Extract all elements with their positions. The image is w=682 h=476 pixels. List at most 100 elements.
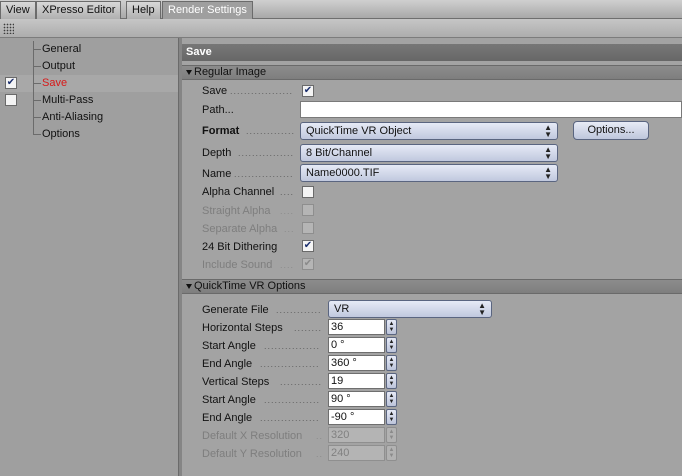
default-y-resolution-input[interactable]: 240	[328, 445, 385, 461]
nav-label: Options	[42, 128, 80, 140]
include-sound-checkbox[interactable]: ✔	[302, 258, 314, 270]
format-label: Format	[202, 125, 240, 137]
depth-value: 8 Bit/Channel	[306, 147, 373, 159]
tree-branch	[33, 83, 41, 84]
separate-alpha-label: Separate Alpha	[202, 223, 278, 235]
vertical-steps-stepper[interactable]: ▲ ▼	[386, 373, 397, 389]
leader-dots: .............	[276, 305, 322, 315]
generate-file-value: VR	[334, 303, 350, 315]
name-value: Name0000.TIF	[306, 167, 380, 179]
leader-dots: ....	[280, 206, 295, 216]
leader-dots: ................	[238, 148, 295, 158]
multi-pass-enable-checkbox[interactable]	[5, 94, 17, 106]
default-x-resolution-stepper[interactable]: ▲ ▼	[386, 427, 397, 443]
tree-branch	[33, 49, 41, 50]
tree-branch	[33, 117, 41, 118]
tab-render-settings[interactable]: Render Settings	[162, 1, 253, 20]
leader-dots: ........	[294, 323, 323, 333]
select-arrows-icon: ▲ ▼	[544, 165, 552, 181]
start-angle-label: Start Angle	[202, 340, 256, 352]
grip-icon[interactable]	[3, 23, 14, 34]
save-enable-checkbox[interactable]: ✔	[5, 77, 17, 89]
tree-branch	[33, 66, 41, 67]
default-x-resolution-input[interactable]: 320	[328, 427, 385, 443]
name-label: Name	[202, 168, 232, 180]
end-angle-stepper[interactable]: ▲ ▼	[386, 355, 397, 371]
alpha-channel-label: Alpha Channel	[202, 186, 275, 198]
leader-dots: ..	[316, 431, 324, 441]
start-angle-2-stepper[interactable]: ▲ ▼	[386, 391, 397, 407]
options-button[interactable]: Options...	[573, 121, 649, 140]
tree-branch	[33, 100, 41, 101]
leader-dots: .................	[234, 169, 294, 179]
section-quicktime-vr-options[interactable]: QuickTime VR Options	[182, 279, 682, 294]
path-label[interactable]: Path...	[202, 104, 234, 116]
section-title: QuickTime VR Options	[194, 280, 306, 292]
save-checkbox[interactable]: ✔	[302, 85, 314, 97]
depth-select[interactable]: 8 Bit/Channel ▲ ▼	[300, 144, 558, 162]
tab-xpresso-editor[interactable]: XPresso Editor	[36, 1, 122, 19]
generate-file-select[interactable]: VR ▲ ▼	[328, 300, 492, 318]
nav-item-save[interactable]: ✔ Save	[0, 75, 178, 92]
leader-dots: ..............	[246, 126, 296, 136]
tree-branch	[33, 134, 41, 135]
default-y-resolution-stepper[interactable]: ▲ ▼	[386, 445, 397, 461]
horizontal-steps-label: Horizontal Steps	[202, 322, 283, 334]
dithering-label: 24 Bit Dithering	[202, 241, 278, 253]
include-sound-label: Include Sound	[202, 259, 273, 271]
settings-panel: Save Regular Image Save ................…	[182, 38, 682, 476]
tab-help[interactable]: Help	[126, 1, 161, 19]
separate-alpha-checkbox[interactable]	[302, 222, 314, 234]
dithering-checkbox[interactable]: ✔	[302, 240, 314, 252]
section-regular-image[interactable]: Regular Image	[182, 65, 682, 80]
nav-item-output[interactable]: Output	[0, 58, 178, 75]
leader-dots: ...	[284, 224, 295, 234]
collapse-triangle-icon	[186, 284, 192, 289]
alpha-channel-checkbox[interactable]	[302, 186, 314, 198]
nav-item-general[interactable]: General	[0, 41, 178, 58]
nav-label: Multi-Pass	[42, 94, 94, 106]
start-angle-2-label: Start Angle	[202, 394, 256, 406]
nav-label: General	[42, 43, 82, 55]
leader-dots: ............	[280, 377, 323, 387]
panel-title: Save	[182, 44, 682, 61]
end-angle-2-input[interactable]: -90 °	[328, 409, 385, 425]
leader-dots: .................	[260, 413, 320, 423]
horizontal-steps-input[interactable]: 36	[328, 319, 385, 335]
nav-item-multi-pass[interactable]: Multi-Pass	[0, 92, 178, 109]
end-angle-label: End Angle	[202, 358, 253, 370]
vertical-steps-label: Vertical Steps	[202, 376, 270, 388]
vertical-steps-input[interactable]: 19	[328, 373, 385, 389]
depth-label: Depth	[202, 147, 232, 159]
collapse-triangle-icon	[186, 70, 192, 75]
leader-dots: ..................	[230, 86, 294, 96]
leader-dots: ................	[264, 341, 321, 351]
end-angle-2-label: End Angle	[202, 412, 253, 424]
nav-item-anti-aliasing[interactable]: Anti-Aliasing	[0, 109, 178, 126]
default-y-resolution-label: Default Y Resolution	[202, 448, 302, 460]
start-angle-input[interactable]: 0 °	[328, 337, 385, 353]
name-select[interactable]: Name0000.TIF ▲ ▼	[300, 164, 558, 182]
path-input[interactable]	[300, 101, 682, 118]
leader-dots: ..	[316, 449, 324, 459]
start-angle-stepper[interactable]: ▲ ▼	[386, 337, 397, 353]
leader-dots: ....	[280, 260, 295, 270]
leader-dots: .................	[260, 359, 320, 369]
end-angle-input[interactable]: 360 °	[328, 355, 385, 371]
nav-label: Save	[42, 77, 68, 89]
nav-label: Output	[42, 60, 76, 72]
start-angle-2-input[interactable]: 90 °	[328, 391, 385, 407]
horizontal-steps-stepper[interactable]: ▲ ▼	[386, 319, 397, 335]
select-arrows-icon: ▲ ▼	[478, 301, 486, 317]
tab-bar: View XPresso Editor Help Render Settings	[0, 0, 682, 20]
select-arrows-icon: ▲ ▼	[544, 123, 552, 139]
nav-label: Anti-Aliasing	[42, 111, 104, 123]
end-angle-2-stepper[interactable]: ▲ ▼	[386, 409, 397, 425]
generate-file-label: Generate File	[202, 304, 269, 316]
save-label: Save	[202, 85, 228, 97]
section-title: Regular Image	[194, 66, 267, 78]
nav-item-options[interactable]: Options	[0, 126, 178, 143]
format-select[interactable]: QuickTime VR Object ▲ ▼	[300, 122, 558, 140]
tab-view[interactable]: View	[0, 1, 36, 19]
straight-alpha-checkbox[interactable]	[302, 204, 314, 216]
